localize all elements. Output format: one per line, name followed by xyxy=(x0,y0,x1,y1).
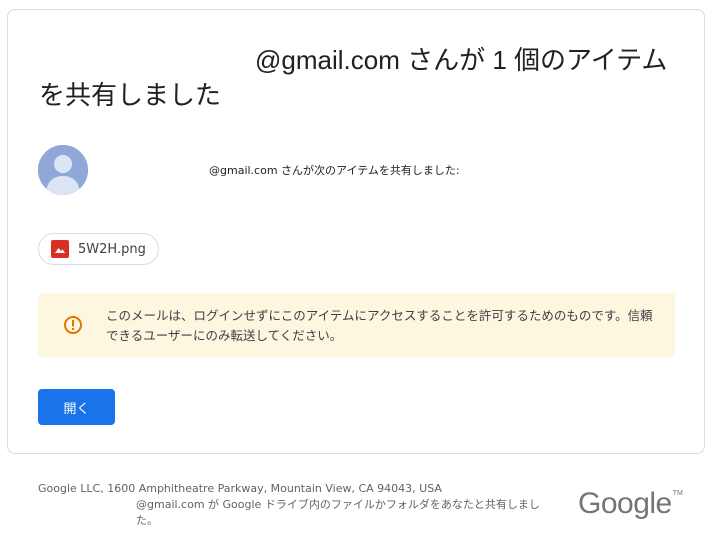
person-icon xyxy=(38,145,88,195)
footer-reason: @gmail.com が Google ドライブ内のファイルかフォルダをあなたと… xyxy=(38,497,558,529)
file-name: 5W2H.png xyxy=(78,241,146,257)
footer-address: Google LLC, 1600 Amphitheatre Parkway, M… xyxy=(38,482,442,495)
footer-reason-text: @gmail.com が Google ドライブ内のファイルかフォルダをあなたと… xyxy=(136,498,540,527)
notice-text: このメールは、ログインせずにこのアイテムにアクセスすることを許可するためのもので… xyxy=(106,308,653,343)
shared-description: @gmail.com さんが次のアイテムを共有しました: xyxy=(209,164,460,177)
warning-circle-icon xyxy=(63,315,83,335)
open-button[interactable]: 開く xyxy=(38,389,115,425)
email-headline: @gmail.com さんが 1 個のアイテムを共有しました xyxy=(39,45,668,110)
google-logo-tm: TM xyxy=(672,490,683,497)
google-logo: GoogleTM xyxy=(578,487,683,521)
shared-file-chip[interactable]: 5W2H.png xyxy=(38,233,159,265)
footer-text: Google LLC, 1600 Amphitheatre Parkway, M… xyxy=(38,481,558,529)
email-card: @gmail.com さんが 1 個のアイテムを共有しました @gmail.co… xyxy=(7,9,705,454)
image-icon xyxy=(51,240,69,258)
google-logo-text: Google xyxy=(578,487,672,520)
sender-avatar xyxy=(38,145,88,195)
security-notice: このメールは、ログインせずにこのアイテムにアクセスすることを許可するためのもので… xyxy=(38,293,675,357)
